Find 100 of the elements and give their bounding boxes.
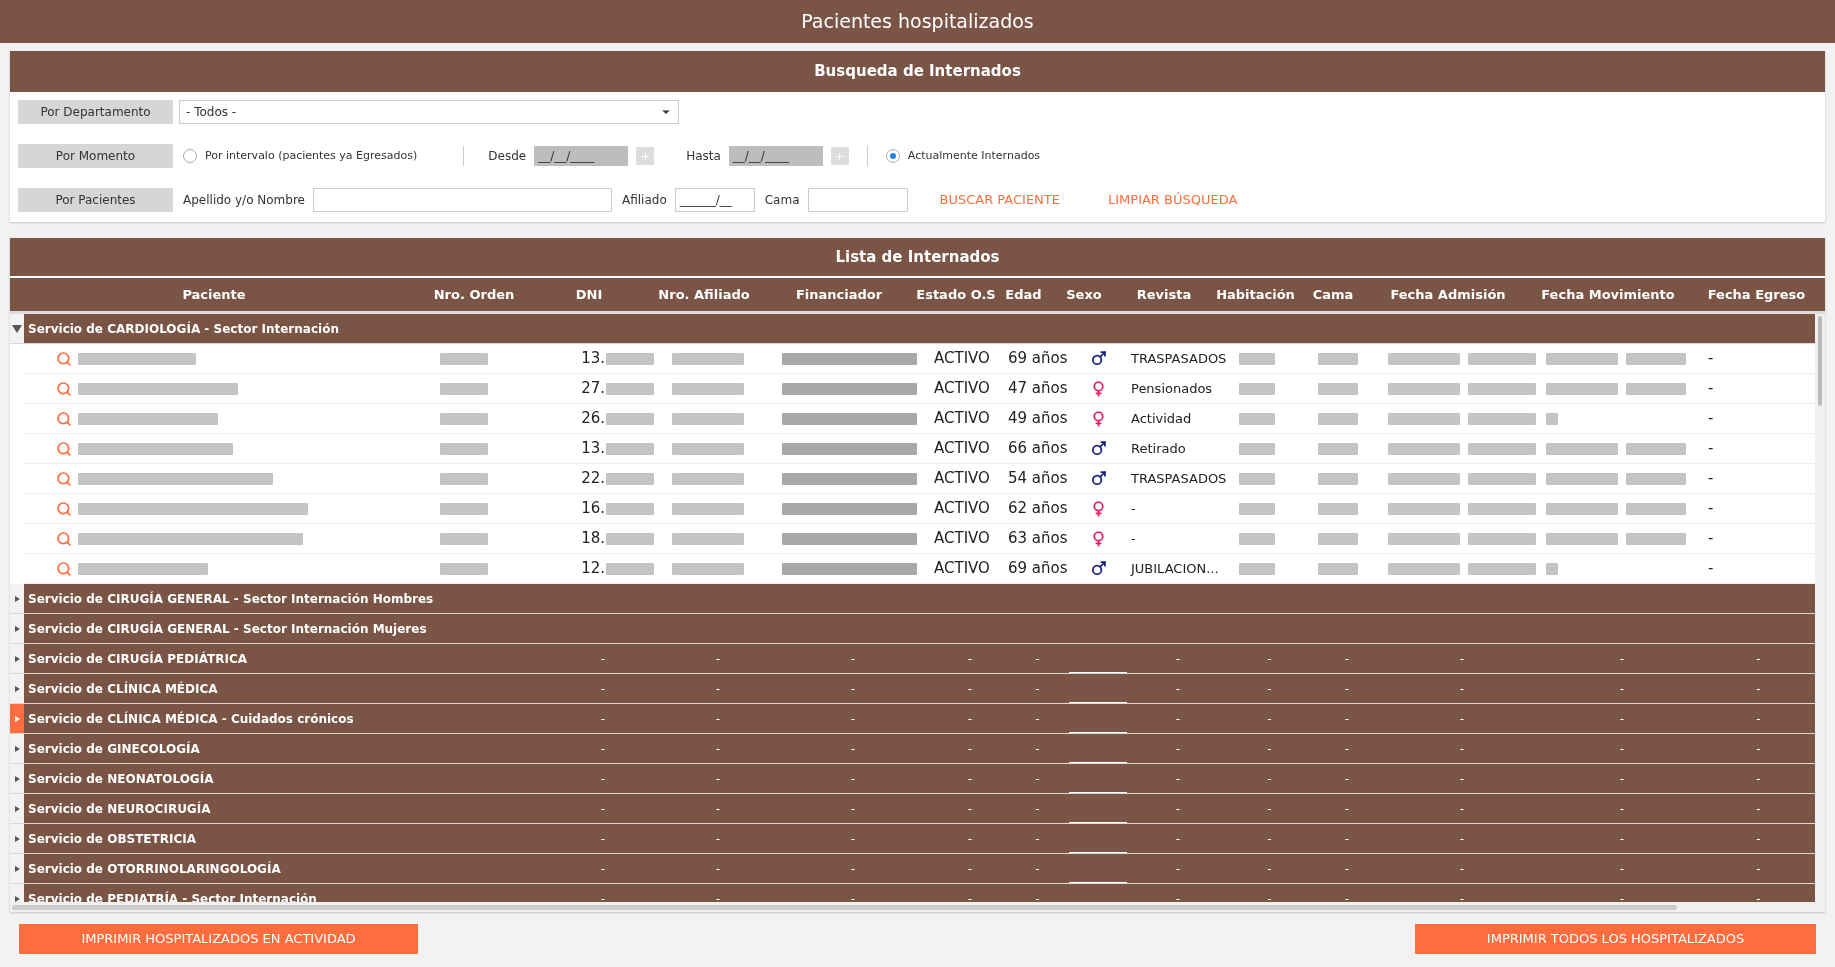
table-cell-text: - xyxy=(1708,468,1714,490)
group-cell-text: - xyxy=(1344,770,1350,788)
redacted-block xyxy=(1239,502,1275,515)
search-icon[interactable] xyxy=(56,530,72,547)
row-toggle[interactable] xyxy=(10,734,24,763)
group-cell-text: - xyxy=(967,800,973,818)
redacted-block xyxy=(1468,442,1536,455)
column-header[interactable]: Fecha Movimiento xyxy=(1528,278,1688,311)
group-cell-text: - xyxy=(1459,650,1465,668)
search-icon[interactable] xyxy=(56,470,72,487)
column-header[interactable]: Cama xyxy=(1298,278,1368,311)
column-header[interactable]: Revista xyxy=(1115,278,1213,311)
expand-icon[interactable] xyxy=(14,865,20,872)
search-icon[interactable] xyxy=(56,380,72,397)
redacted-block xyxy=(1468,532,1536,545)
search-icon[interactable] xyxy=(56,350,72,367)
redacted-block xyxy=(1318,472,1358,485)
expand-icon[interactable] xyxy=(14,595,20,602)
search-icon[interactable] xyxy=(56,500,72,517)
column-header[interactable]: Edad xyxy=(994,278,1053,311)
table-cell-text: Pensionados xyxy=(1131,379,1213,398)
search-icon[interactable] xyxy=(56,440,72,457)
row-toggle[interactable] xyxy=(10,704,24,733)
group-cell-text: - xyxy=(1756,770,1761,788)
column-header[interactable]: Financiador xyxy=(760,278,918,311)
group-row[interactable]: Servicio de CLÍNICA MÉDICA - - - - - - - - - - - xyxy=(10,674,1815,704)
column-header[interactable]: Habitación xyxy=(1213,278,1298,311)
group-cell-text: - xyxy=(1344,890,1350,902)
group-row[interactable]: Servicio de OBSTETRICIA - - - - - - - - - - - xyxy=(10,824,1815,854)
redacted-block xyxy=(1239,442,1275,455)
group-row[interactable]: Servicio de CIRUGÍA GENERAL - Sector Internación Mujeres xyxy=(10,614,1815,644)
field-label: Apellido y/o Nombre xyxy=(183,192,305,209)
expand-icon[interactable] xyxy=(14,775,20,782)
group-row[interactable]: Servicio de NEONATOLOGÍA - - - - - - - - - - - xyxy=(10,764,1815,794)
group-title: Servicio de NEONATOLOGÍA xyxy=(27,770,215,788)
group-row[interactable]: Servicio de GINECOLOGÍA - - - - - - - - - - - xyxy=(10,734,1815,764)
group-row[interactable]: Servicio de CLÍNICA MÉDICA - Cuidados crónicos - - - - - - - - - - - xyxy=(10,704,1815,734)
column-header[interactable]: DNI xyxy=(530,278,648,311)
group-cell-text: - xyxy=(600,800,606,818)
expand-icon[interactable] xyxy=(14,655,20,662)
column-header[interactable]: Paciente xyxy=(10,278,418,311)
row-toggle[interactable] xyxy=(10,584,24,613)
group-cell-text: - xyxy=(967,710,973,728)
group-cell-text: - xyxy=(1459,770,1465,788)
row-toggle[interactable] xyxy=(10,824,24,853)
column-header[interactable]: Nro. Orden xyxy=(418,278,530,311)
radio-button[interactable] xyxy=(885,149,900,163)
group-row[interactable]: Servicio de OTORRINOLARINGOLOGÍA - - - - - - - - - - - xyxy=(10,854,1815,884)
group-row[interactable]: Servicio de CARDIOLOGÍA - Sector Internación xyxy=(10,314,1815,344)
group-row[interactable]: Servicio de CIRUGÍA GENERAL - Sector Internación Hombres xyxy=(10,584,1815,614)
group-cell-text: - xyxy=(1175,890,1181,902)
department-select[interactable]: - Todos - xyxy=(179,100,679,124)
group-cell-text: - xyxy=(967,770,973,788)
collapse-icon[interactable] xyxy=(12,324,22,333)
group-row[interactable]: Servicio de NEUROCIRUGÍA - - - - - - - - - - - xyxy=(10,794,1815,824)
group-cell-text: - xyxy=(1267,740,1272,758)
horizontal-scrollbar[interactable] xyxy=(10,902,1825,912)
expand-icon[interactable] xyxy=(14,805,20,812)
row-toggle[interactable] xyxy=(10,644,24,673)
redacted-block xyxy=(440,382,488,395)
column-header[interactable]: Nro. Afiliado xyxy=(648,278,760,311)
column-header[interactable]: Fecha Egreso xyxy=(1688,278,1825,311)
redacted-block xyxy=(672,472,744,485)
column-header[interactable]: Sexo xyxy=(1053,278,1115,311)
table-cell-text: 26. xyxy=(581,408,605,430)
redacted-block xyxy=(1626,532,1686,545)
column-header[interactable]: Fecha Admisión xyxy=(1368,278,1528,311)
expand-icon[interactable] xyxy=(14,625,20,632)
expand-icon[interactable] xyxy=(14,835,20,842)
group-row[interactable]: Servicio de CIRUGÍA PEDIÁTRICA - - - - - - - - - - - xyxy=(10,644,1815,674)
group-cell-text: - xyxy=(715,710,721,728)
row-toggle[interactable] xyxy=(10,854,24,883)
name-input-field[interactable] xyxy=(312,188,612,212)
row-toggle[interactable] xyxy=(10,314,24,343)
affiliate-input-field[interactable]: ______/__ xyxy=(674,188,755,212)
group-cell-text: - xyxy=(850,680,856,698)
group-row[interactable]: Servicio de PEDIATRÍA - Sector Internación - - - - - - - - - - - xyxy=(10,884,1815,902)
search-icon[interactable] xyxy=(56,560,72,577)
row-toggle[interactable] xyxy=(10,764,24,793)
expand-icon[interactable] xyxy=(14,745,20,752)
radio-button[interactable] xyxy=(183,149,197,163)
vertical-scrollbar[interactable] xyxy=(1815,314,1825,902)
radio-label: Actualmente Internados xyxy=(907,147,1041,164)
group-cell-text: - xyxy=(1459,830,1465,848)
date-field[interactable]: __/__/____ xyxy=(728,146,823,166)
column-header[interactable]: Estado O.S xyxy=(918,278,994,311)
group-cell-text: - xyxy=(850,890,856,902)
redacted-block xyxy=(672,442,744,455)
redacted-block xyxy=(1468,472,1536,485)
group-cell-text: - xyxy=(967,680,973,698)
redacted-block xyxy=(1388,382,1460,395)
expand-icon[interactable] xyxy=(14,685,20,692)
table-cell-text: 66 años xyxy=(1008,438,1068,460)
group-cell-text: - xyxy=(600,860,606,878)
row-toggle[interactable] xyxy=(10,674,24,703)
bed-input-field[interactable] xyxy=(807,188,908,212)
row-toggle[interactable] xyxy=(10,794,24,823)
date-field[interactable]: __/__/____ xyxy=(534,146,629,166)
search-icon[interactable] xyxy=(56,410,72,427)
row-toggle[interactable] xyxy=(10,614,24,643)
